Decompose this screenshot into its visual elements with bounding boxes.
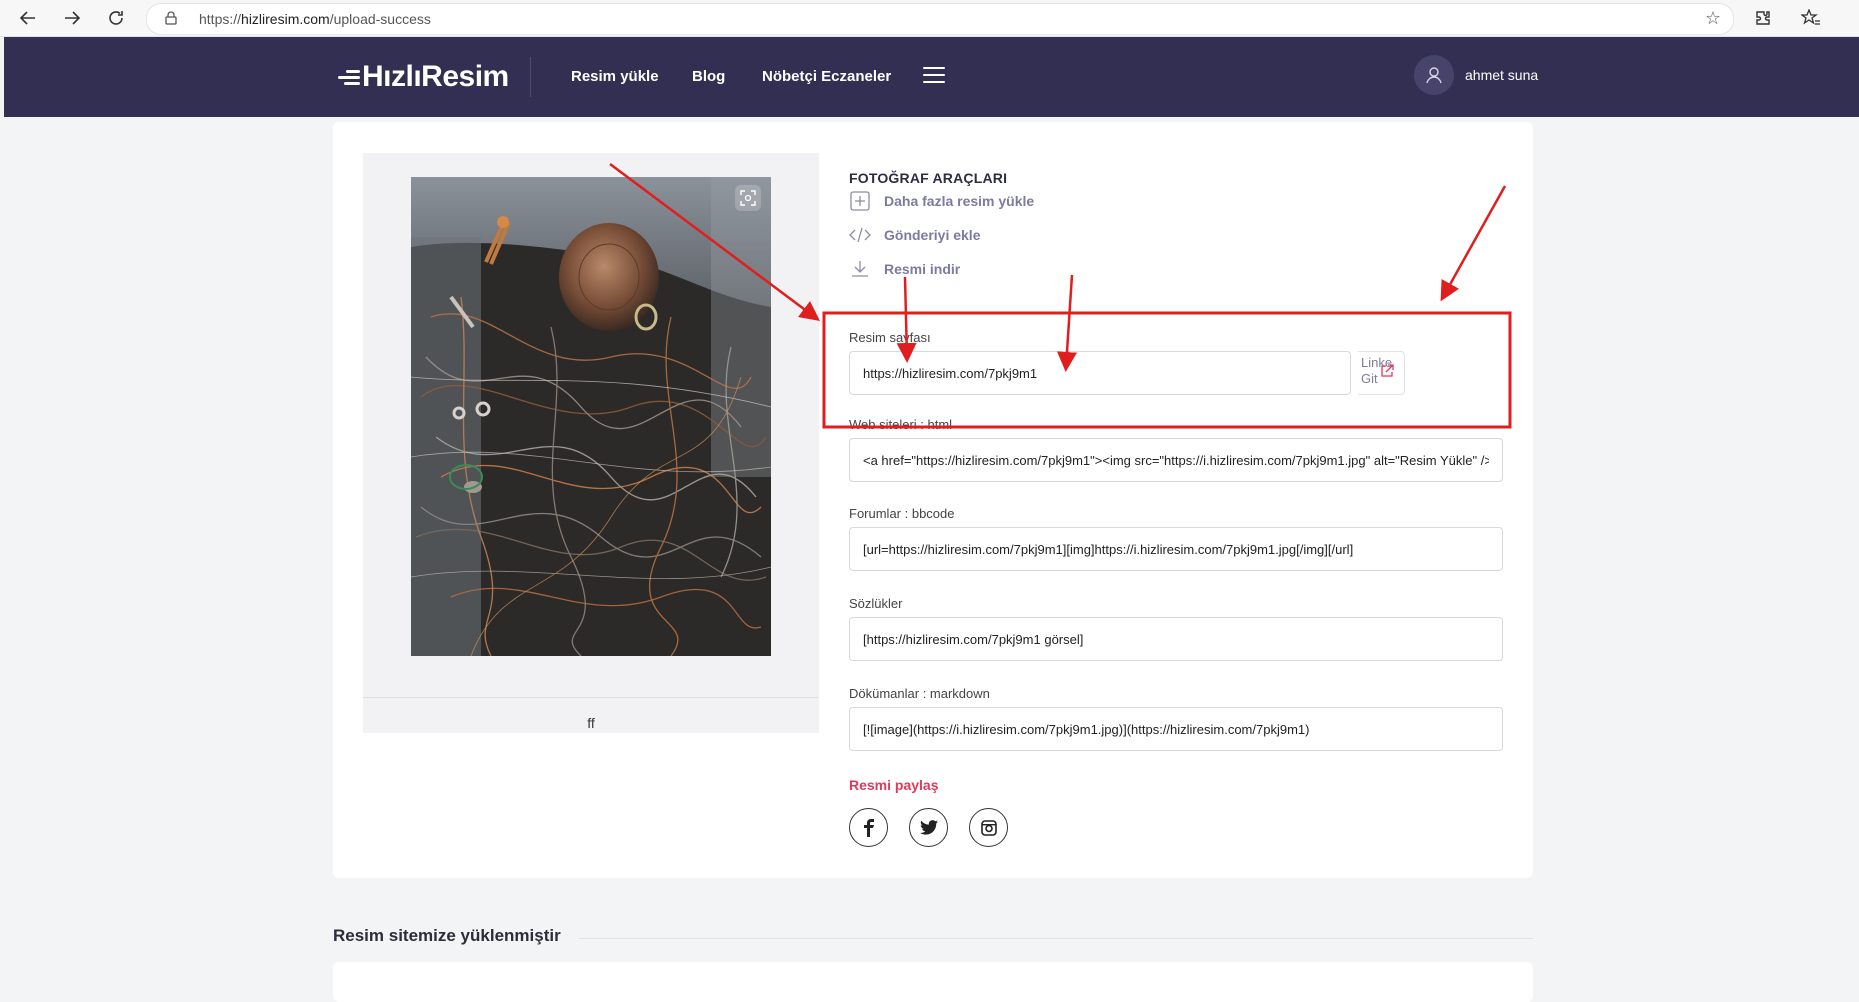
- image-caption: ff: [587, 715, 595, 731]
- menu-icon[interactable]: [923, 67, 945, 85]
- code-icon: [849, 224, 871, 246]
- nav-blog[interactable]: Blog: [692, 68, 725, 85]
- nav-resim-yukle[interactable]: Resim yükle: [571, 68, 659, 85]
- back-icon[interactable]: [15, 6, 41, 30]
- upload-more-label: Daha fazla resim yükle: [884, 193, 1035, 209]
- external-link-icon: [1380, 364, 1394, 381]
- uploaded-photo[interactable]: [411, 177, 771, 656]
- favorites-icon[interactable]: [1798, 6, 1824, 30]
- go-to-link-button[interactable]: Linke Git: [1358, 351, 1405, 395]
- upload-more-button[interactable]: Daha fazla resim yükle: [849, 190, 1034, 212]
- section-divider: [579, 938, 1533, 939]
- download-label: Resmi indir: [884, 261, 961, 277]
- bbcode-label: Forumlar : bbcode: [849, 506, 955, 521]
- instagram-icon[interactable]: [969, 808, 1008, 847]
- zoom-icon[interactable]: [735, 185, 761, 211]
- download-button[interactable]: Resmi indir: [849, 258, 960, 280]
- resim-sayfasi-label: Resim sayfası: [849, 330, 931, 345]
- url-text: https://hizliresim.com/upload-success: [199, 11, 431, 27]
- plus-square-icon: [849, 190, 871, 212]
- extensions-icon[interactable]: [1750, 6, 1776, 30]
- markdown-input[interactable]: [849, 707, 1503, 751]
- twitter-icon[interactable]: [909, 808, 948, 847]
- address-bar[interactable]: https://hizliresim.com/upload-success ☆: [146, 3, 1734, 35]
- uploaded-images-card: [333, 962, 1533, 1002]
- forward-icon[interactable]: [59, 6, 85, 30]
- preview-divider: [363, 697, 819, 698]
- avatar: [1414, 55, 1454, 95]
- resim-sayfasi-input[interactable]: [849, 351, 1351, 395]
- go-link-line2: Git: [1361, 371, 1378, 386]
- download-icon: [849, 258, 871, 280]
- site-header: HızlıResim Resim yükle Blog Nöbetçi Ecza…: [4, 37, 1859, 117]
- lock-icon: [165, 10, 185, 28]
- bbcode-input[interactable]: [849, 527, 1503, 571]
- embed-post-label: Gönderiyi ekle: [884, 227, 981, 243]
- embed-post-button[interactable]: Gönderiyi ekle: [849, 224, 980, 246]
- tools-title: FOTOĞRAF ARAÇLARI: [849, 170, 1008, 186]
- bookmark-star-icon[interactable]: ☆: [1705, 8, 1721, 29]
- header-divider: [530, 57, 531, 97]
- sozlukler-label: Sözlükler: [849, 596, 903, 611]
- logo-text: HızlıResim: [362, 60, 509, 93]
- markdown-label: Dökümanlar : markdown: [849, 686, 990, 701]
- site-logo[interactable]: HızlıResim: [338, 59, 509, 95]
- html-code-input[interactable]: [849, 438, 1503, 482]
- share-title: Resmi paylaş: [849, 777, 939, 793]
- browser-toolbar: https://hizliresim.com/upload-success ☆: [0, 0, 1859, 37]
- upload-result-card: ff FOTOĞRAF ARAÇLARI Daha fazla resim yü…: [333, 122, 1533, 878]
- nav-nobetci-eczaneler[interactable]: Nöbetçi Eczaneler: [762, 68, 891, 85]
- user-icon: [1426, 67, 1442, 84]
- html-label: Web siteleri : html: [849, 417, 953, 432]
- username: ahmet suna: [1465, 67, 1539, 83]
- sozlukler-input[interactable]: [849, 617, 1503, 661]
- logo-speed-lines-icon: [338, 67, 360, 88]
- facebook-icon[interactable]: [849, 808, 888, 847]
- image-preview-box: ff: [363, 153, 819, 733]
- uploaded-section-title: Resim sitemize yüklenmiştir: [333, 926, 561, 945]
- reload-icon[interactable]: [103, 6, 129, 30]
- user-menu[interactable]: ahmet suna: [1414, 55, 1538, 95]
